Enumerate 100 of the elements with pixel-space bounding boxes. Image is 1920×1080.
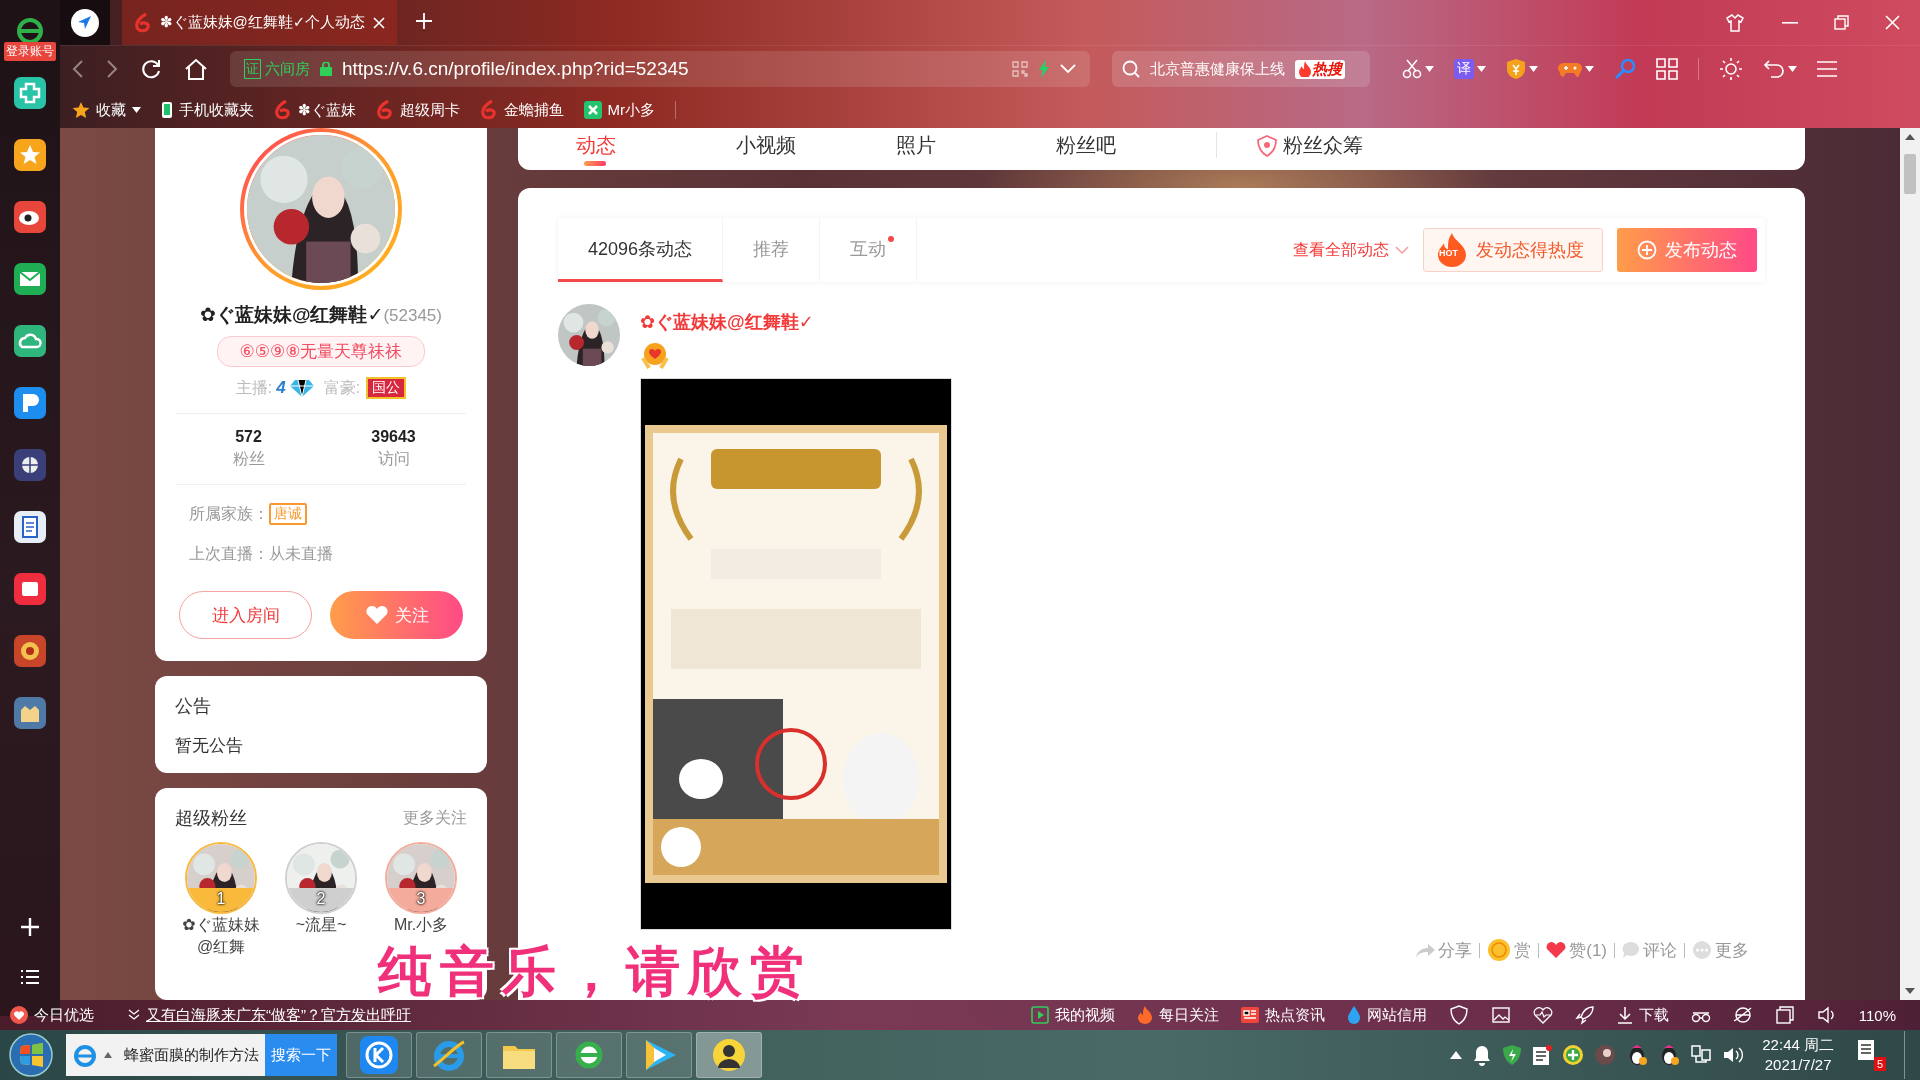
chevron-down-icon[interactable] <box>1060 64 1076 74</box>
stat-value: 572 <box>235 428 262 446</box>
address-bar[interactable]: 证 六间房 https://v.6.cn/profile/index.php?rid=52345 <box>230 51 1090 87</box>
bell-icon[interactable] <box>1472 1044 1493 1066</box>
login-label[interactable]: 登录账号 <box>4 42 56 61</box>
notification-center[interactable]: 5 <box>1856 1039 1886 1071</box>
nav-tab[interactable]: 动态 <box>576 132 736 166</box>
coin-shield-icon[interactable] <box>1506 58 1526 80</box>
scissors-icon[interactable] <box>1402 59 1422 79</box>
bubble-app-icon[interactable] <box>14 387 46 419</box>
home-icon[interactable] <box>184 58 208 80</box>
download-icon <box>1616 1006 1633 1024</box>
restore-icon[interactable] <box>1834 15 1849 30</box>
scroll-up-icon[interactable] <box>1905 134 1915 140</box>
back-icon[interactable] <box>72 59 84 79</box>
shield-tray-icon[interactable] <box>1502 1044 1523 1066</box>
translate-button[interactable]: 译 <box>1454 59 1474 79</box>
nav-tab[interactable]: 照片 <box>896 132 1056 159</box>
gamepad-icon[interactable] <box>1558 60 1582 78</box>
bookmark[interactable]: 手机收藏夹 <box>161 100 254 120</box>
filter-dropdown[interactable]: 查看全部动态 <box>1293 239 1409 261</box>
image-icon[interactable] <box>1490 1005 1511 1025</box>
scroll-down-icon[interactable] <box>1905 988 1915 994</box>
volume-icon[interactable] <box>1816 1005 1837 1025</box>
video-link[interactable]: 我的视频 <box>1030 1005 1115 1025</box>
mail-app-icon[interactable] <box>14 263 46 295</box>
list-icon[interactable] <box>19 968 41 986</box>
fire-link[interactable]: 每日关注 <box>1136 1005 1219 1025</box>
volume-icon[interactable] <box>1722 1045 1745 1065</box>
bookmark[interactable]: Mr小多 <box>583 100 656 120</box>
fan-name[interactable]: Mr.小多 <box>381 914 461 936</box>
profile-tray-icon[interactable] <box>1594 1044 1617 1066</box>
add-icon[interactable] <box>19 916 41 938</box>
star-app-icon[interactable] <box>14 139 46 171</box>
nav-tab[interactable]: 小视频 <box>736 132 896 159</box>
clock[interactable]: 22:44 周二 2021/7/27 <box>1762 1035 1834 1075</box>
enter-room-button[interactable]: 进入房间 <box>179 591 312 639</box>
fan-name[interactable]: ~流星~ <box>281 914 361 936</box>
bookmark[interactable]: 金蟾捕鱼 <box>479 100 564 120</box>
cross-app-icon[interactable] <box>14 77 46 109</box>
download-button[interactable]: 下载 <box>1616 1005 1669 1025</box>
cloud-app-icon[interactable] <box>14 325 46 357</box>
play-box-icon <box>1030 1006 1049 1024</box>
scrollbar-thumb[interactable] <box>1904 154 1916 194</box>
new-tab-icon[interactable] <box>415 11 434 30</box>
ball-app-icon[interactable] <box>14 449 46 481</box>
castle-app-icon[interactable] <box>14 697 46 729</box>
menu-icon[interactable] <box>1817 60 1837 78</box>
avatar-app-icon[interactable] <box>710 1036 748 1074</box>
heartbeat-icon[interactable] <box>1532 1005 1553 1025</box>
close-icon[interactable] <box>373 16 386 29</box>
bookmark[interactable]: ✽ぐ蓝妹 <box>274 100 356 120</box>
bookmark[interactable]: 超级周卡 <box>375 100 460 120</box>
nav-tab[interactable]: 粉丝众筹 <box>1257 132 1417 159</box>
zoom-level[interactable]: 110% <box>1858 1006 1896 1024</box>
network-icon[interactable] <box>1690 1044 1713 1066</box>
fire-icon <box>1136 1006 1153 1024</box>
search-field[interactable]: 蜂蜜面膜的制作方法 搜索一下 <box>66 1034 336 1076</box>
forward-icon[interactable] <box>106 59 118 79</box>
k-circle-app-icon[interactable] <box>360 1036 398 1074</box>
start-button-icon[interactable] <box>8 1032 54 1078</box>
feed-tab[interactable]: 42096条动态 <box>558 218 724 283</box>
add-circle-icon <box>1637 240 1657 261</box>
credit-link[interactable]: 网站信用 <box>1346 1005 1427 1025</box>
news-link[interactable]: 又有白海豚来广东“做客”？官方发出呼吁 <box>146 1005 411 1025</box>
document-app-icon[interactable] <box>14 511 46 543</box>
news-link[interactable]: 热点资讯 <box>1240 1005 1325 1025</box>
book-app-icon[interactable] <box>14 573 46 605</box>
show-hidden-icon[interactable] <box>1450 1051 1463 1059</box>
plus-circle-icon[interactable] <box>1562 1044 1585 1066</box>
minimize-icon[interactable] <box>1782 21 1798 24</box>
fan-name[interactable]: ✿ぐ蓝妹妹@红舞 <box>181 914 261 958</box>
game-app-icon[interactable] <box>14 635 46 667</box>
nav-tab[interactable]: 粉丝吧 <box>1056 132 1216 159</box>
scrollbar[interactable] <box>1900 128 1920 1000</box>
stat-value: 39643 <box>371 428 416 446</box>
search-field[interactable]: 北京普惠健康保上线 热搜 <box>1112 51 1370 87</box>
skin-icon[interactable] <box>1726 13 1746 32</box>
fan-avatar[interactable]: 2 <box>285 842 357 914</box>
grid-icon[interactable] <box>1656 58 1678 80</box>
navigate-icon[interactable] <box>70 7 100 38</box>
browser-tab[interactable]: ✽ぐ蓝妹妹@红舞鞋✓个人动态 <box>122 0 398 45</box>
chevron-down-icon <box>1395 246 1409 255</box>
post-author[interactable]: ✿ぐ蓝妹妹@红舞鞋✓ <box>640 310 1765 335</box>
daily-pick[interactable]: 今日优选 <box>10 1005 94 1025</box>
fire-icon <box>1298 61 1312 77</box>
share-arrow-icon <box>1415 942 1436 959</box>
double-chevron-icon[interactable] <box>128 1009 140 1021</box>
window-icon[interactable] <box>1774 1005 1795 1025</box>
bookmark[interactable]: 收藏 <box>72 100 141 120</box>
eye-app-icon[interactable] <box>14 201 46 233</box>
undo-icon[interactable] <box>1763 59 1785 79</box>
document-tray-icon[interactable] <box>1532 1044 1553 1066</box>
brightness-icon[interactable] <box>1719 57 1743 81</box>
shield-icon[interactable] <box>1448 1005 1469 1025</box>
more-icon <box>1692 941 1712 960</box>
reload-icon[interactable] <box>140 58 162 80</box>
close-icon[interactable] <box>1885 15 1900 30</box>
caret-icon[interactable] <box>132 107 141 113</box>
rocket-icon[interactable] <box>1574 1005 1595 1025</box>
